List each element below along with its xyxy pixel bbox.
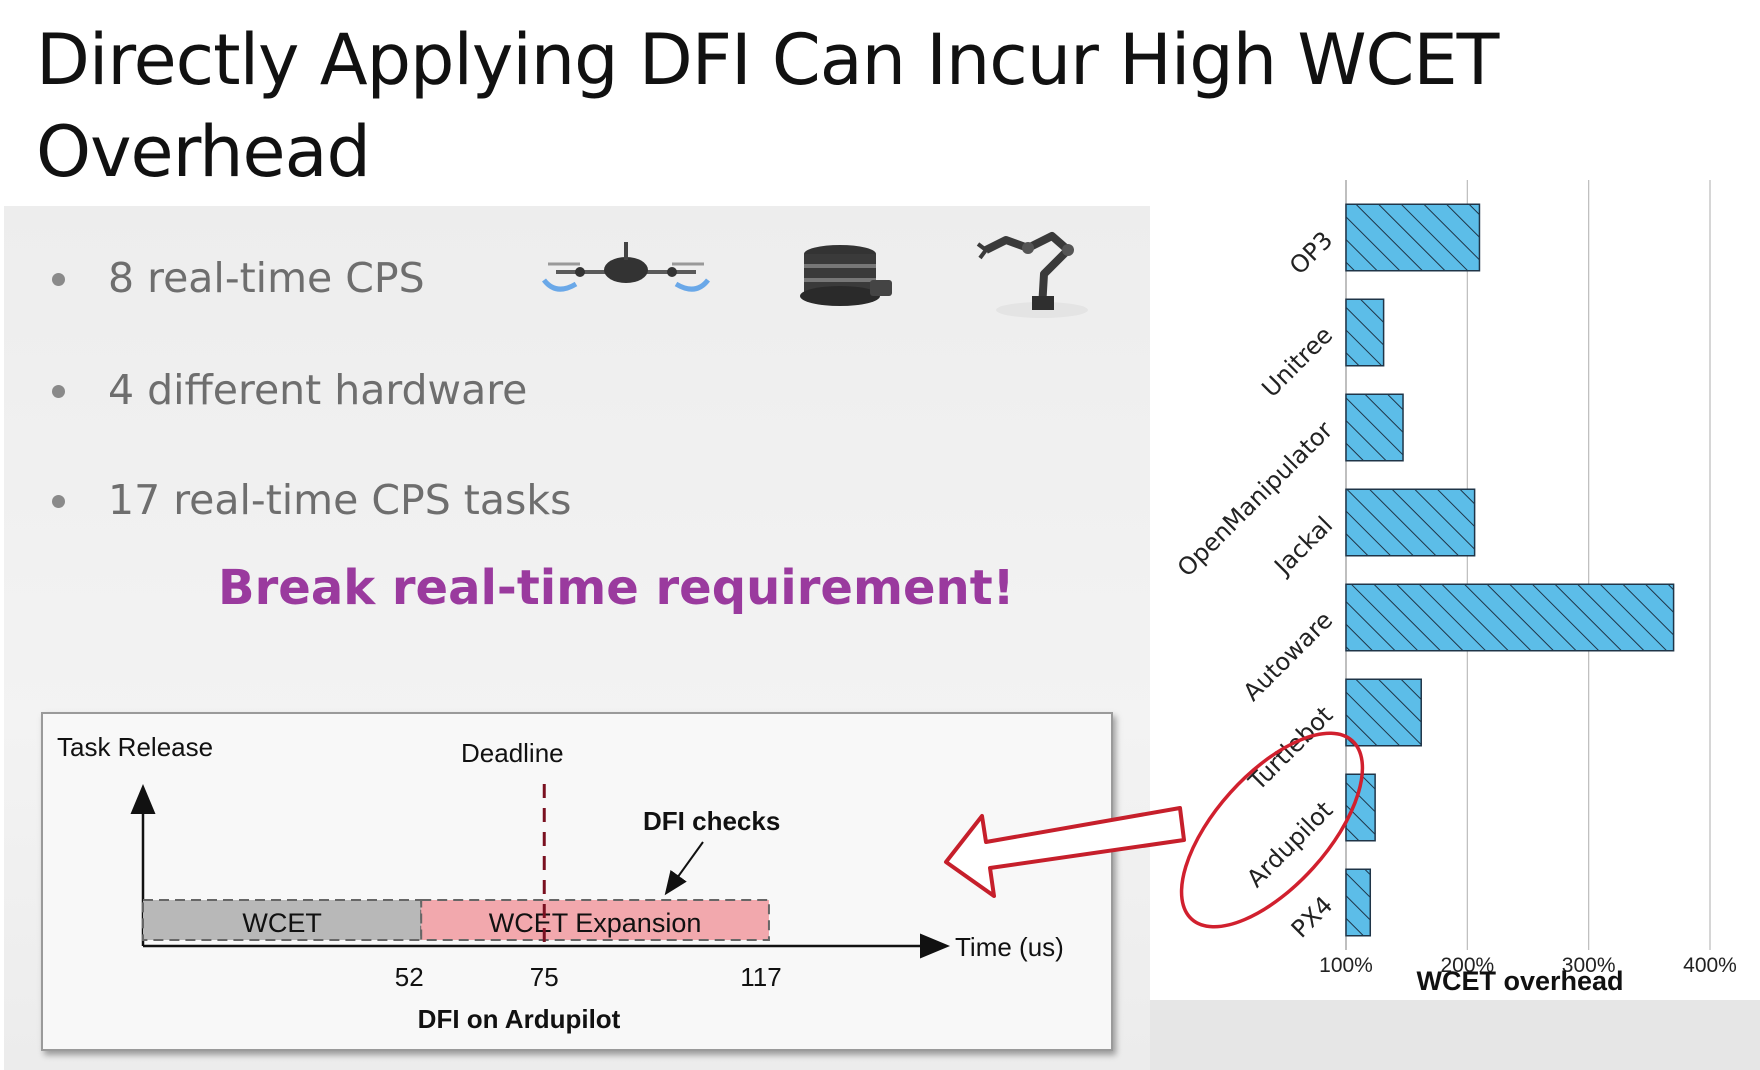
chart-bar-openmanipulator — [1345, 393, 1404, 462]
diagram-caption: DFI on Ardupilot — [418, 1004, 621, 1034]
task-release-label: Task Release — [57, 732, 213, 762]
dfi-checks-label: DFI checks — [643, 806, 780, 836]
chart-xtick-label: 100% — [1319, 954, 1373, 977]
dfi-checks-pointer — [664, 841, 704, 896]
bullet-dot-icon — [52, 385, 65, 398]
bullet-text: 4 different hardware — [108, 366, 528, 414]
chart-bar-px4 — [1345, 868, 1372, 937]
chart-category-label: Jackal — [1268, 511, 1339, 582]
chart-xlabel: WCET overhead — [1416, 966, 1623, 996]
bullet-dot-icon — [52, 495, 65, 508]
chart-xtick-label: 400% — [1683, 954, 1737, 977]
tick-label-117: 117 — [740, 962, 781, 992]
chart-bar-turtlebot — [1345, 678, 1422, 747]
chart-bar-op3 — [1345, 203, 1481, 272]
quadcopter-drone-icon — [542, 242, 710, 292]
chart-bar-ardupilot — [1345, 773, 1376, 842]
chart-bar-jackal — [1345, 488, 1476, 557]
chart-category-label: Autoware — [1238, 606, 1339, 707]
chart-bar-unitree — [1345, 298, 1385, 367]
callout-text: Break real-time requirement! — [218, 560, 1015, 616]
bullet-dot-icon — [52, 273, 65, 286]
robot-arm-icon — [976, 232, 1088, 318]
time-axis-label: Time (us) — [955, 932, 1064, 962]
wcet-bar-label: WCET — [242, 908, 321, 938]
bottom-right-shade — [1150, 1000, 1760, 1070]
chart-category-label: PX4 — [1286, 891, 1338, 943]
tick-label-75: 75 — [530, 962, 559, 992]
chart-bar-autoware — [1345, 583, 1675, 652]
tick-label-52: 52 — [395, 962, 424, 992]
chart-category-label: Ardupilot — [1241, 796, 1338, 893]
bullet-text: 8 real-time CPS — [108, 254, 425, 302]
chart-category-label: OP3 — [1284, 226, 1338, 280]
chart-category-label: OpenManipulator — [1172, 416, 1338, 582]
wcet-overhead-chart: OP3 Unitree OpenManipulator Jackal Autoware T… — [1150, 180, 1756, 1000]
turtlebot-robot-icon — [800, 245, 892, 306]
slide-title: Directly Applying DFI Can Incur High WCE… — [36, 19, 1499, 193]
chart-category-label: Unitree — [1256, 321, 1338, 403]
timeline-diagram: Task Release Deadline DFI checks WCET WC… — [41, 712, 1113, 1051]
deadline-label: Deadline — [461, 738, 564, 768]
chart-category-label: Turtlebot — [1243, 701, 1339, 797]
bullet-text: 17 real-time CPS tasks — [108, 476, 572, 524]
wcet-expansion-label: WCET Expansion — [489, 908, 702, 938]
